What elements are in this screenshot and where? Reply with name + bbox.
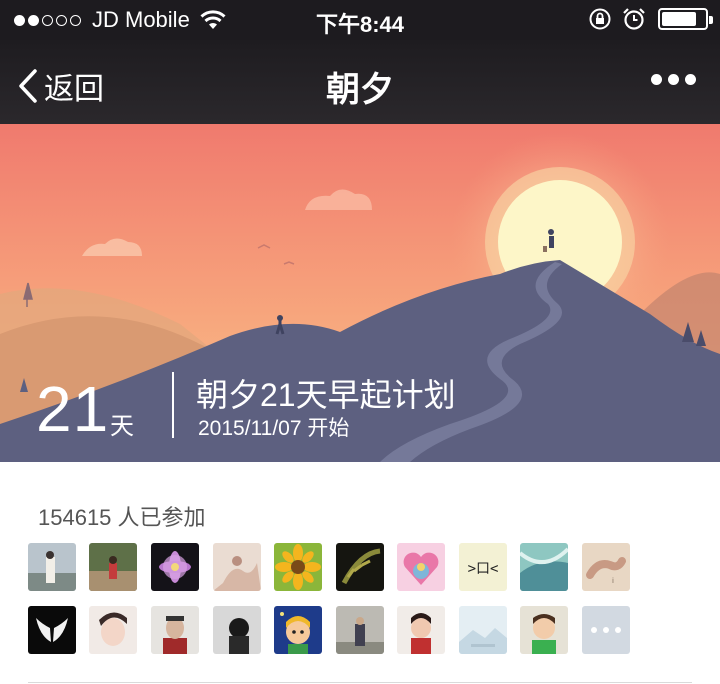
participant-avatar[interactable] (520, 606, 568, 654)
participant-avatar[interactable] (459, 606, 507, 654)
participant-avatar[interactable] (28, 543, 76, 591)
svg-text:>口<: >口< (468, 561, 499, 577)
plan-start-date: 2015/11/07 开始 (198, 417, 350, 440)
more-dots-icon (603, 627, 609, 633)
more-dots-icon (651, 74, 662, 85)
rotation-lock-icon (589, 8, 611, 30)
back-button[interactable]: 返回 (18, 64, 104, 108)
participant-avatar[interactable]: i (582, 543, 630, 591)
status-icons (578, 7, 713, 31)
days-count: 21 (36, 373, 110, 445)
participants-count: 154615 人已参加 (38, 505, 206, 530)
battery-tip (709, 16, 713, 24)
days-unit: 天 (110, 413, 134, 440)
participant-avatar[interactable] (151, 606, 199, 654)
section-divider (28, 682, 692, 683)
more-participants-button[interactable] (582, 606, 630, 654)
svg-text:i: i (612, 577, 614, 585)
participant-avatar[interactable] (89, 543, 137, 591)
participant-avatar[interactable] (336, 606, 384, 654)
more-dots-icon (591, 627, 597, 633)
chevron-left-icon (19, 69, 37, 103)
battery-fill (662, 12, 696, 26)
page-title: 朝夕 (326, 71, 394, 109)
participant-avatar[interactable] (520, 543, 568, 591)
participant-avatar[interactable] (213, 543, 261, 591)
more-dots-icon (685, 74, 696, 85)
participant-avatar[interactable] (151, 543, 199, 591)
alarm-icon (623, 8, 645, 30)
participant-avatar[interactable] (274, 606, 322, 654)
participant-avatar[interactable] (397, 606, 445, 654)
vertical-divider (172, 372, 174, 438)
more-button[interactable] (645, 74, 696, 85)
battery-icon (658, 8, 713, 30)
participant-avatar[interactable] (397, 543, 445, 591)
participant-avatar[interactable]: >口< (459, 543, 507, 591)
participant-avatar[interactable] (213, 606, 261, 654)
back-label: 返回 (44, 73, 104, 106)
participant-avatar[interactable] (28, 606, 76, 654)
status-bar: JD Mobile 下午8:44 (0, 0, 720, 40)
more-dots-icon (668, 74, 679, 85)
navigation-bar: 返回 朝夕 (0, 40, 720, 124)
more-dots-icon (615, 627, 621, 633)
plan-title: 朝夕21天早起计划 (196, 377, 456, 413)
participant-avatar[interactable] (89, 606, 137, 654)
participant-avatar[interactable] (336, 543, 384, 591)
participant-avatar[interactable] (274, 543, 322, 591)
